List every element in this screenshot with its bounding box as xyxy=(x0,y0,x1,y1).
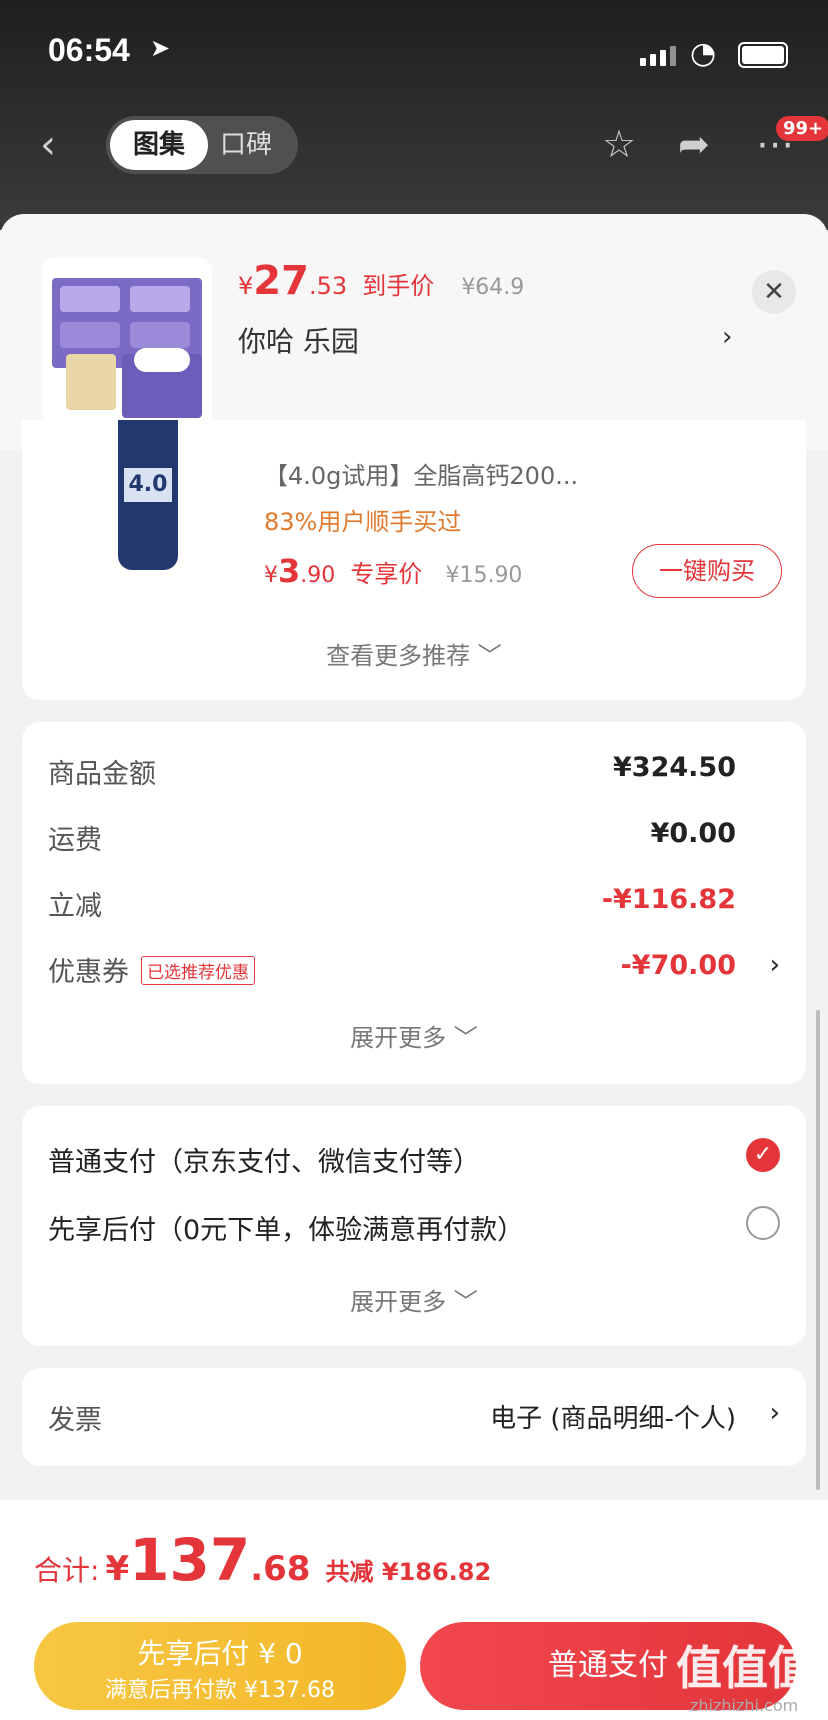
chevron-right-icon[interactable]: › xyxy=(770,950,780,980)
pay-later-button[interactable]: 先享后付 ¥ 0 满意后再付款 ¥137.68 xyxy=(34,1622,406,1710)
top-bar: 06:54 ➤ ◔ ‹ 图集 口碑 ☆ ➦ ⋯ 99+ xyxy=(0,0,828,230)
checkout-bar: 合计: ¥137.68 共减 ¥186.82 先享后付 ¥ 0 满意后再付款 ¥1… xyxy=(0,1500,828,1720)
recommend-bought: 83%用户顺手买过 xyxy=(264,508,462,536)
close-icon[interactable]: ✕ xyxy=(752,270,796,314)
chevron-right-icon[interactable]: › xyxy=(722,322,732,352)
invoice-row[interactable]: 发票 电子 (商品明细-个人) › xyxy=(22,1368,806,1466)
product-thumbnail[interactable] xyxy=(42,258,212,426)
one-click-buy-button[interactable]: 一键购买 xyxy=(632,544,782,598)
share-icon[interactable]: ➦ xyxy=(678,122,710,166)
payment-option-later[interactable]: 先享后付（0元下单，体验满意再付款） xyxy=(48,1206,780,1248)
tab-gallery[interactable]: 图集 xyxy=(110,120,208,170)
more-recommend-link[interactable]: 查看更多推荐 ﹀ xyxy=(22,636,806,671)
recommend-title[interactable]: 【4.0g试用】全脂高钙200... xyxy=(264,456,578,491)
amount-row-discount: 立减 -¥116.82 xyxy=(48,884,736,922)
checked-icon[interactable]: ✓ xyxy=(746,1138,780,1172)
amount-row-goods: 商品金额 ¥324.50 xyxy=(48,752,736,790)
expand-more-amounts[interactable]: 展开更多 ﹀ xyxy=(22,1018,806,1053)
battery-icon xyxy=(738,42,788,68)
recommend-panel: 4.0 【4.0g试用】全脂高钙200... 83%用户顺手买过 ¥3.90 专… xyxy=(22,420,806,700)
cellular-signal-icon xyxy=(640,44,680,66)
watermark-logo: 值值值 xyxy=(676,1641,814,1695)
price-tag: 到手价 xyxy=(362,272,435,300)
floating-product-card: ¥27.53 到手价 ¥64.9 你哈 乐园 › ✕ xyxy=(0,214,828,450)
original-price: ¥64.9 xyxy=(461,275,525,300)
amount-row-shipping: 运费 ¥0.00 xyxy=(48,818,736,856)
location-arrow-icon: ➤ xyxy=(150,34,171,62)
message-badge: 99+ xyxy=(776,116,828,141)
recommend-product-image[interactable]: 4.0 xyxy=(46,420,258,600)
back-icon[interactable]: ‹ xyxy=(40,122,56,168)
total-amount: 合计: ¥137.68 共减 ¥186.82 xyxy=(34,1526,492,1594)
scrollbar[interactable] xyxy=(816,1010,820,1490)
payment-panel: 普通支付（京东支付、微信支付等） ✓ 先享后付（0元下单，体验满意再付款） 展开… xyxy=(22,1106,806,1346)
floating-price: ¥27.53 到手价 ¥64.9 xyxy=(238,258,525,304)
wifi-icon: ◔ xyxy=(690,36,717,71)
chevron-right-icon[interactable]: › xyxy=(770,1398,780,1428)
tab-reviews[interactable]: 口碑 xyxy=(220,120,272,170)
shop-name[interactable]: 你哈 乐园 xyxy=(238,320,359,360)
star-icon[interactable]: ☆ xyxy=(602,122,636,166)
payment-option-normal[interactable]: 普通支付（京东支付、微信支付等） ✓ xyxy=(48,1138,780,1180)
status-bar: 06:54 ➤ ◔ xyxy=(0,0,828,100)
coupon-tag: 已选推荐优惠 xyxy=(141,956,255,985)
expand-more-payment[interactable]: 展开更多 ﹀ xyxy=(22,1282,806,1317)
invoice-value: 电子 (商品明细-个人) xyxy=(490,1404,736,1434)
watermark-url: zhizhizhi.com xyxy=(690,1696,799,1715)
status-time: 06:54 xyxy=(48,32,130,68)
nav-bar: ‹ 图集 口碑 ☆ ➦ ⋯ 99+ xyxy=(0,100,828,190)
unchecked-icon[interactable] xyxy=(746,1206,780,1240)
amount-row-coupon[interactable]: 优惠券 已选推荐优惠 -¥70.00 › xyxy=(48,950,780,990)
total-savings: 共减 ¥186.82 xyxy=(325,1558,492,1586)
amount-panel: 商品金额 ¥324.50 运费 ¥0.00 立减 -¥116.82 优惠券 已选推… xyxy=(22,722,806,1084)
invoice-label: 发票 xyxy=(48,1405,102,1436)
recommend-price: ¥3.90 专享价 ¥15.90 xyxy=(264,552,523,590)
milk-bottle-icon: 4.0 xyxy=(118,420,178,570)
tab-switch: 图集 口碑 xyxy=(106,116,298,174)
